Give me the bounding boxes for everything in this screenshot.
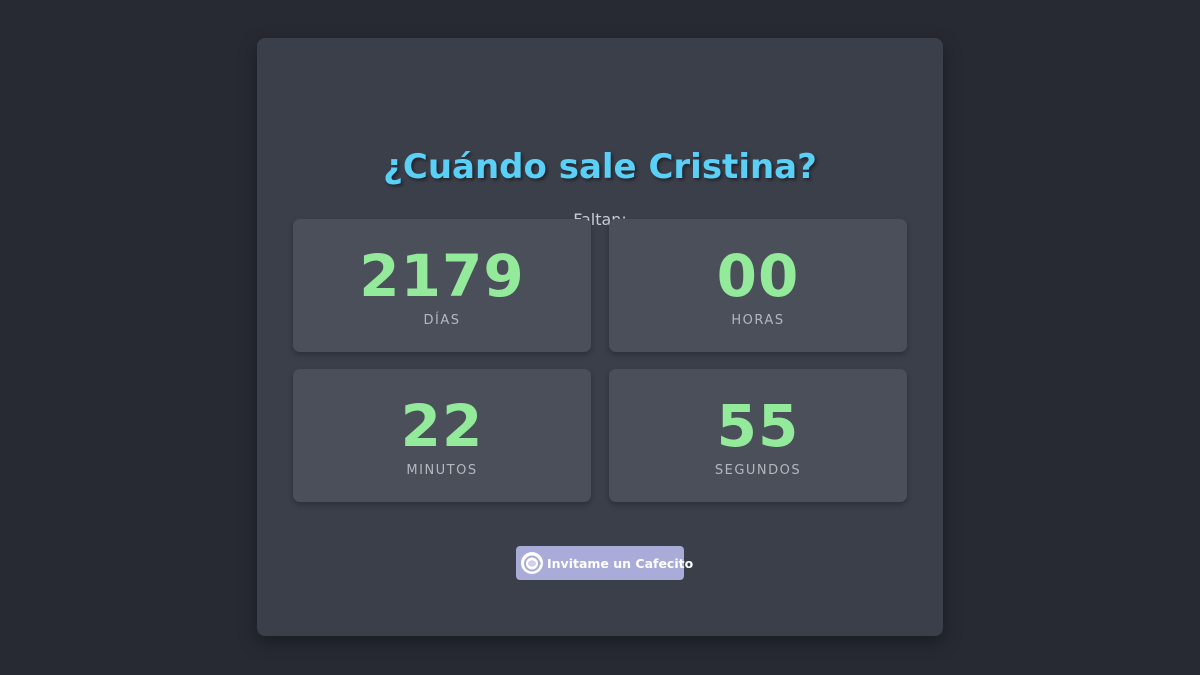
hours-box: 00 HORAS (609, 219, 907, 352)
days-label: DÍAS (423, 313, 461, 328)
minutes-label: MINUTOS (406, 463, 478, 478)
minutes-value: 22 (400, 392, 484, 460)
page-title: ¿Cuándo sale Cristina? (383, 147, 817, 187)
cafecito-button[interactable]: Invitame un Cafecito (516, 546, 693, 580)
cafecito-label: Invitame un Cafecito (547, 555, 694, 571)
minutes-box: 22 MINUTOS (293, 369, 591, 502)
hours-label: HORAS (731, 313, 785, 328)
seconds-label: SEGUNDOS (714, 463, 802, 478)
days-box: 2179 DÍAS (293, 219, 591, 352)
coffee-cup-icon (520, 551, 544, 575)
countdown-card: ¿Cuándo sale Cristina? Faltan: 2179 DÍAS… (257, 38, 943, 636)
seconds-box: 55 SEGUNDOS (609, 369, 907, 502)
seconds-value: 55 (716, 392, 800, 460)
countdown-grid: 2179 DÍAS 00 HORAS 22 MINUTOS 55 SEGUNDO… (293, 219, 907, 502)
days-value: 2179 (359, 242, 525, 310)
hours-value: 00 (716, 242, 800, 310)
